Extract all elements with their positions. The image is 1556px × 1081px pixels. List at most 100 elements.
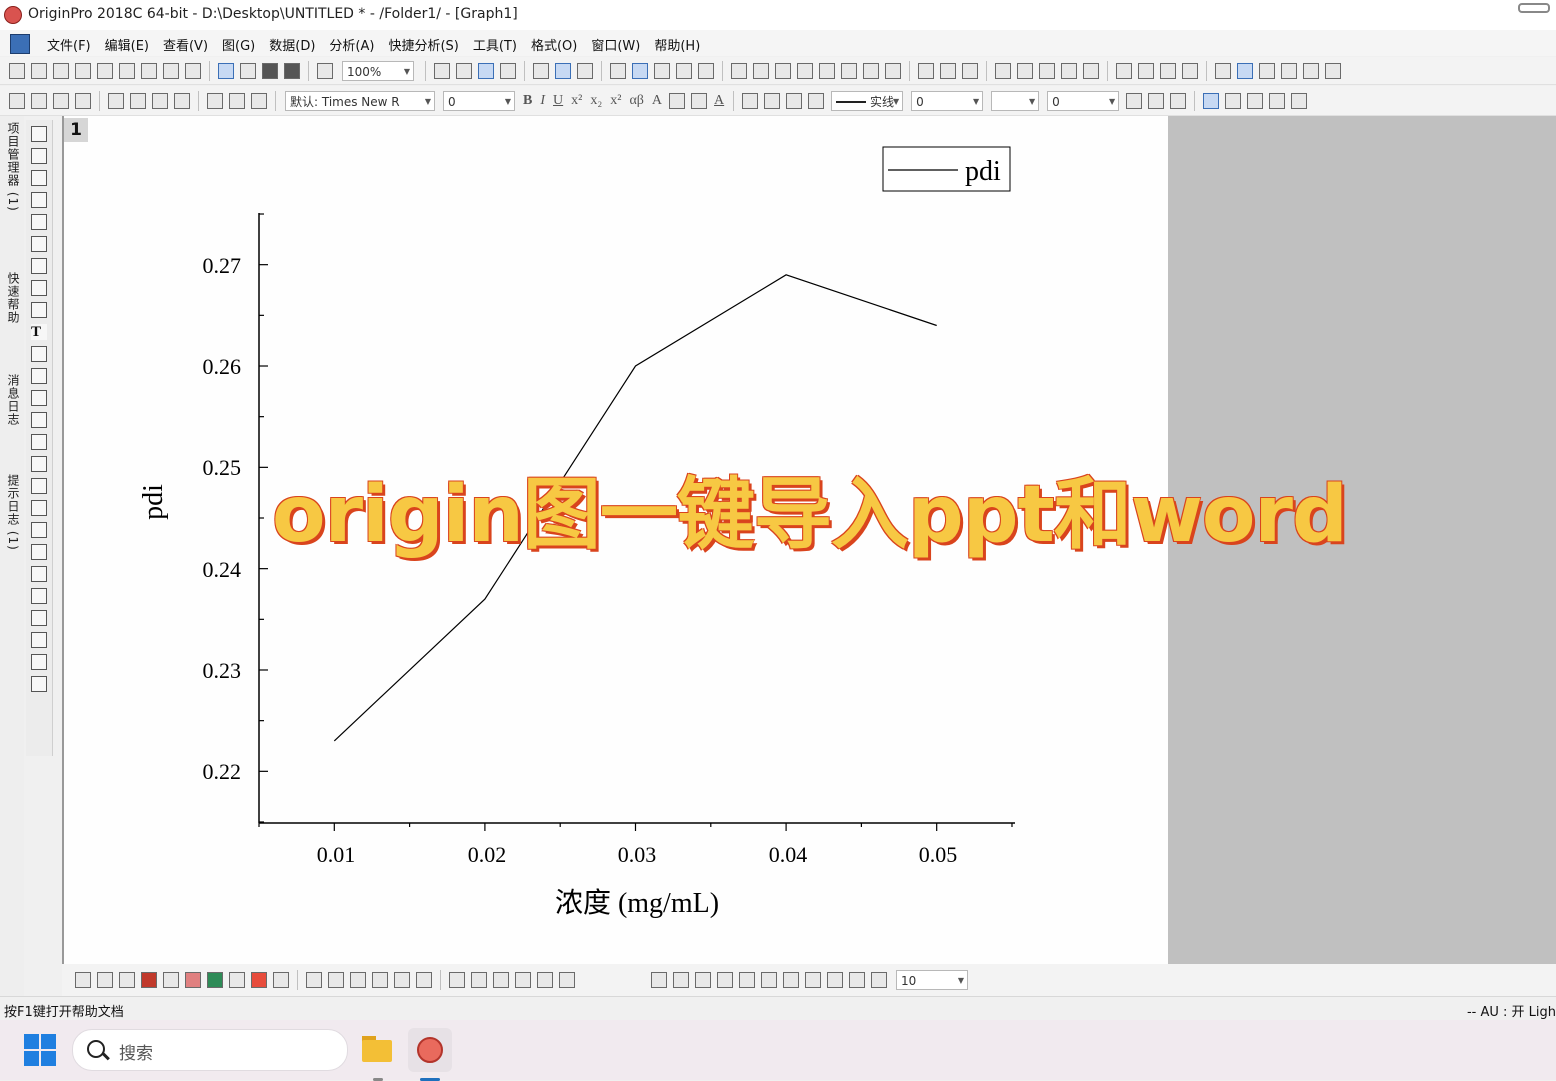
project-explorer-icon[interactable] <box>610 62 626 79</box>
cut-icon[interactable] <box>207 92 223 109</box>
mask-icon[interactable] <box>1203 92 1220 109</box>
windows-start-icon[interactable] <box>24 1034 58 1068</box>
3d-bar-icon[interactable] <box>350 972 366 988</box>
add-column-icon[interactable] <box>731 62 747 79</box>
distribute-icon[interactable] <box>130 92 146 109</box>
new-folder-icon[interactable] <box>31 62 47 79</box>
menu-window[interactable]: 窗口(W) <box>584 34 647 55</box>
set-values-icon[interactable] <box>819 62 835 79</box>
gadget-icon[interactable] <box>1281 62 1297 79</box>
draw-data-icon[interactable] <box>31 302 47 318</box>
text-tool-icon[interactable]: T <box>31 324 47 340</box>
line-plot-icon[interactable] <box>75 972 91 988</box>
layer-number-icon[interactable]: 1 <box>64 118 88 142</box>
menu-edit[interactable]: 编辑(E) <box>98 34 156 55</box>
save-icon[interactable] <box>262 62 278 79</box>
flat-icon[interactable] <box>761 972 777 988</box>
last-icon[interactable] <box>1182 62 1198 79</box>
menu-quick-analysis[interactable]: 快捷分析(S) <box>381 34 465 55</box>
text-align-icon[interactable] <box>669 92 686 109</box>
rectangle-tool-icon[interactable] <box>31 412 47 428</box>
greek-button[interactable]: αβ <box>629 93 643 109</box>
insert-table-icon[interactable] <box>31 500 47 516</box>
swap-axes-icon[interactable] <box>515 972 531 988</box>
recalculate-icon[interactable] <box>317 62 333 79</box>
new-workbook-icon[interactable] <box>53 62 69 79</box>
arrow-tool-icon[interactable] <box>31 368 47 384</box>
annotation-icon[interactable] <box>31 346 47 362</box>
data-selector-icon[interactable] <box>31 258 47 274</box>
heatmap-icon[interactable] <box>394 972 410 988</box>
zoom-select[interactable]: 100% ▼ <box>342 60 414 81</box>
set-y-icon[interactable] <box>1017 62 1033 79</box>
superscript-button[interactable]: x² <box>571 93 582 109</box>
set-x-icon[interactable] <box>995 62 1011 79</box>
set-error-icon[interactable] <box>1061 62 1077 79</box>
rescale-layer-icon[interactable] <box>493 972 509 988</box>
fill-color-icon[interactable] <box>742 92 759 109</box>
extract-icon[interactable] <box>53 92 69 109</box>
font-color-button[interactable]: A <box>714 93 724 109</box>
rescale-icon[interactable] <box>1269 92 1286 109</box>
menu-view[interactable]: 查看(V) <box>156 34 215 55</box>
refresh-icon[interactable] <box>500 62 516 79</box>
set-z-icon[interactable] <box>1039 62 1055 79</box>
3d-scatter-icon[interactable] <box>328 972 344 988</box>
apps-icon[interactable] <box>1215 62 1231 79</box>
template-library-icon[interactable] <box>273 972 289 988</box>
menu-graph[interactable]: 图(G) <box>215 34 262 55</box>
new-layout-icon[interactable] <box>141 62 157 79</box>
3d-surface-icon[interactable] <box>306 972 322 988</box>
filter-options-icon[interactable] <box>962 62 978 79</box>
rotate-left-icon[interactable] <box>651 972 667 988</box>
data-reader-icon[interactable] <box>31 192 47 208</box>
tab-smart-hint-log[interactable]: 提示日志 (1) <box>2 474 22 551</box>
new-notes-icon[interactable] <box>163 62 179 79</box>
code-builder-icon[interactable] <box>676 62 692 79</box>
subscript-button[interactable]: x₂ <box>590 93 602 109</box>
sum-icon[interactable] <box>775 62 791 79</box>
hand-tool-icon[interactable] <box>31 434 47 450</box>
fill-value-select[interactable]: 0 ▼ <box>1047 90 1120 111</box>
tab-quick-help[interactable]: 快速帮助 <box>2 272 22 324</box>
next-icon[interactable] <box>1160 62 1176 79</box>
statistics-icon[interactable] <box>753 62 769 79</box>
copy-page-icon[interactable] <box>456 62 472 79</box>
color-scale-icon[interactable] <box>31 566 47 582</box>
brightness-icon[interactable] <box>808 92 825 109</box>
new-matrix-icon[interactable] <box>97 62 113 79</box>
first-icon[interactable] <box>1116 62 1132 79</box>
lock-icon[interactable] <box>1291 92 1308 109</box>
zoom-in-icon[interactable] <box>31 148 47 164</box>
image-plot-icon[interactable] <box>416 972 432 988</box>
scatter-plot-icon[interactable] <box>97 972 113 988</box>
line-style-select[interactable]: 实线 ▼ <box>831 90 904 111</box>
font-select[interactable]: 默认: Times New R ▼ <box>285 90 435 111</box>
bold-button[interactable]: B <box>523 93 532 109</box>
font-grow-button[interactable]: A <box>652 93 662 109</box>
new-project-icon[interactable] <box>9 62 25 79</box>
previous-icon[interactable] <box>1138 62 1154 79</box>
paste-icon[interactable] <box>251 92 267 109</box>
mask-points-icon[interactable] <box>31 280 47 296</box>
layout-icon[interactable] <box>577 62 593 79</box>
underline-button[interactable]: U <box>553 93 563 109</box>
group-icon[interactable] <box>152 92 168 109</box>
layer-list-icon[interactable] <box>31 544 47 560</box>
date-time-icon[interactable] <box>31 632 47 648</box>
insert-image-icon[interactable] <box>31 522 47 538</box>
resize-icon[interactable] <box>783 972 799 988</box>
stock-plot-icon[interactable] <box>251 972 267 988</box>
new-excel-icon[interactable] <box>185 62 201 79</box>
italic-button[interactable]: I <box>540 93 545 109</box>
batch-icon[interactable] <box>1303 62 1319 79</box>
exchange-xy-icon[interactable] <box>537 972 553 988</box>
line-color-icon[interactable] <box>786 92 803 109</box>
line-symbol-plot-icon[interactable] <box>119 972 135 988</box>
merge-icon[interactable] <box>31 92 47 109</box>
grid-icon[interactable] <box>1148 92 1165 109</box>
filter-icon[interactable] <box>918 62 934 79</box>
line-tool-icon[interactable] <box>31 390 47 406</box>
menu-data[interactable]: 数据(D) <box>262 34 322 55</box>
swap-icon[interactable] <box>1247 92 1264 109</box>
